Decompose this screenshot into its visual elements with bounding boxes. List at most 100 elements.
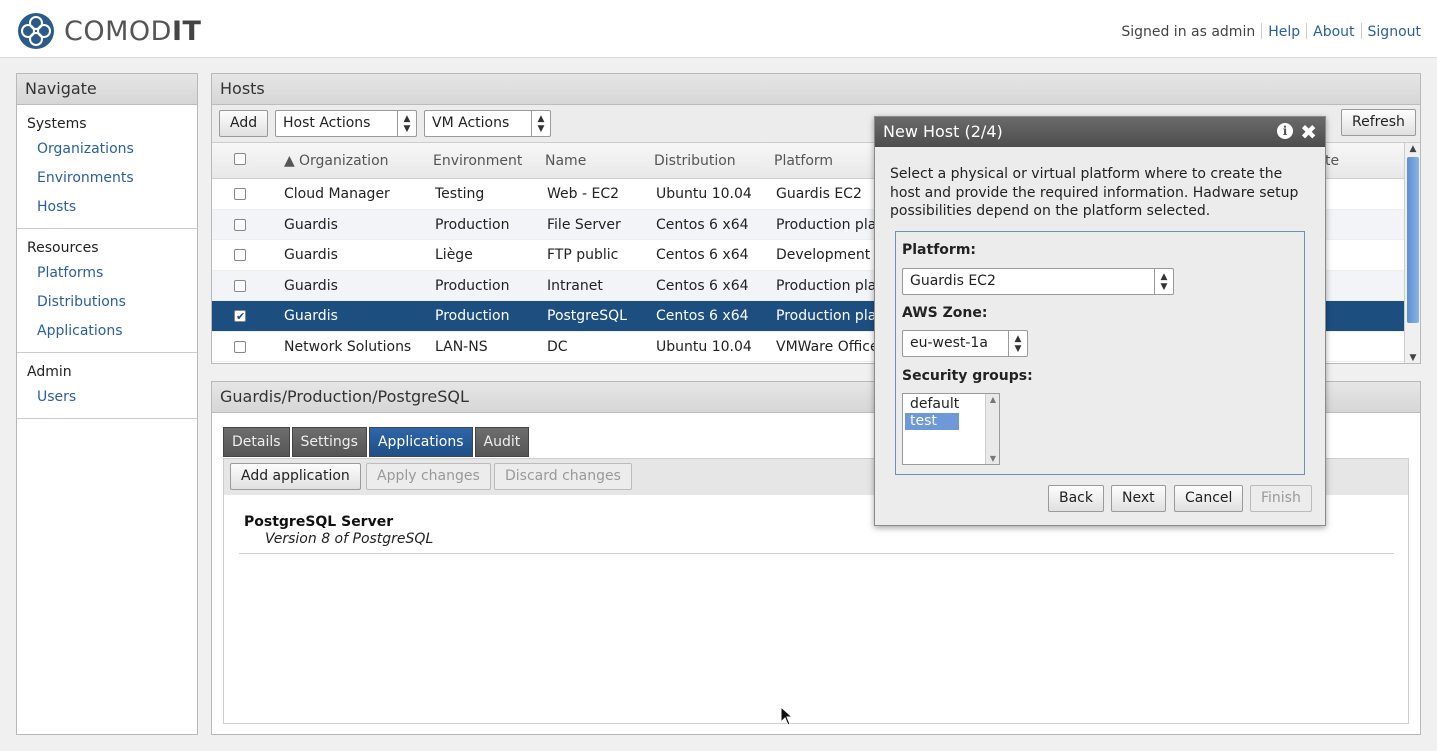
new-host-dialog: New Host (2/4) i ✖ Select a physical or … (874, 116, 1326, 526)
cell-environment: Production (435, 308, 510, 324)
scrollbar-thumb[interactable] (1407, 157, 1419, 323)
row-checkbox[interactable] (234, 218, 246, 231)
nav-section-title: Systems (27, 116, 87, 132)
select-arrows-icon: ▲ ▼ (531, 111, 550, 136)
dialog-description: Select a physical or virtual platform wh… (890, 166, 1299, 219)
discard-changes-button[interactable]: Discard changes (494, 463, 632, 490)
column-environment[interactable]: Environment (433, 153, 522, 169)
row-checkbox[interactable] (234, 340, 246, 353)
scroll-down-icon[interactable]: ▼ (986, 454, 1000, 463)
comodit-logo[interactable]: COMODIT (16, 12, 201, 50)
platform-value: Guardis EC2 (910, 273, 996, 289)
row-checkbox[interactable] (234, 279, 246, 292)
platform-label: Platform: (902, 242, 976, 258)
cell-platform: Production plat (776, 216, 882, 233)
scroll-up-icon[interactable]: ▲ (986, 395, 1000, 404)
listbox-scrollbar[interactable]: ▲ ▼ (985, 394, 999, 464)
list-item[interactable]: default (905, 396, 985, 413)
nav-section-admin: Admin Users (17, 353, 197, 419)
nav-item-applications[interactable]: Applications (17, 317, 197, 346)
nav-item-organizations[interactable]: Organizations (17, 135, 197, 164)
cell-organization: Guardis (284, 308, 338, 324)
nav-section-title: Resources (27, 240, 99, 256)
cell-organization: Guardis (284, 247, 338, 263)
aws-zone-label: AWS Zone: (902, 305, 988, 321)
sort-asc-icon: ▲ (284, 153, 295, 169)
cell-environment: Liège (435, 247, 473, 263)
close-icon[interactable]: ✖ (1300, 117, 1317, 147)
host-actions-value: Host Actions (283, 115, 371, 131)
finish-button[interactable]: Finish (1250, 485, 1312, 512)
select-arrows-icon: ▲ ▼ (1154, 269, 1173, 294)
column-state[interactable]: te (1325, 153, 1339, 169)
back-button[interactable]: Back (1048, 485, 1104, 512)
cell-name: DC (547, 338, 568, 355)
signout-link[interactable]: Signout (1368, 24, 1421, 40)
select-arrows-icon: ▲ ▼ (1008, 331, 1027, 356)
scroll-down-icon[interactable]: ▼ (1407, 352, 1419, 363)
vm-actions-select[interactable]: VM Actions ▲ ▼ (424, 110, 551, 137)
security-groups-label: Security groups: (902, 368, 1033, 384)
platform-fieldset: Platform: Guardis EC2 ▲ ▼ AWS Zone: eu-we… (895, 231, 1305, 475)
navigate-panel: Navigate Systems Organizations Environme… (16, 73, 198, 735)
host-actions-select[interactable]: Host Actions ▲ ▼ (275, 110, 417, 137)
row-checkbox[interactable] (234, 188, 246, 200)
tab-settings[interactable]: Settings (291, 427, 367, 457)
details-tabs: Details Settings Applications Audit (223, 427, 531, 457)
help-link[interactable]: Help (1268, 24, 1300, 40)
apply-changes-button[interactable]: Apply changes (366, 463, 491, 490)
tab-audit[interactable]: Audit (474, 427, 530, 457)
nav-item-platforms[interactable]: Platforms (17, 259, 197, 288)
select-arrows-icon: ▲ ▼ (397, 111, 416, 136)
column-distribution[interactable]: Distribution (654, 153, 736, 169)
cell-distribution: Centos 6 x64 (656, 277, 749, 294)
cell-name: Intranet (547, 277, 603, 294)
hosts-scrollbar[interactable]: ▲ ▼ (1404, 143, 1420, 363)
next-button[interactable]: Next (1111, 485, 1166, 512)
column-organization[interactable]: Organization (299, 153, 389, 169)
list-item-selected[interactable]: test (905, 413, 959, 430)
cell-distribution: Centos 6 x64 (656, 308, 749, 324)
cell-distribution: Ubuntu 10.04 (656, 186, 752, 202)
cancel-button[interactable]: Cancel (1174, 485, 1244, 512)
nav-item-hosts[interactable]: Hosts (17, 193, 197, 222)
nav-item-users[interactable]: Users (17, 383, 197, 412)
info-icon[interactable]: i (1277, 123, 1293, 139)
row-checkbox[interactable] (234, 249, 246, 261)
row-checkbox-checked[interactable] (234, 302, 246, 332)
aws-zone-select[interactable]: eu-west-1a ▲ ▼ (902, 330, 1028, 357)
vm-actions-value: VM Actions (432, 115, 510, 131)
scroll-up-icon[interactable]: ▲ (1407, 143, 1419, 155)
column-platform[interactable]: Platform (774, 153, 833, 169)
about-link[interactable]: About (1313, 24, 1354, 40)
account-links: Signed in as admin Help About Signout (1121, 23, 1421, 40)
cell-platform: VMWare Office (776, 338, 879, 355)
nav-section-systems: Systems Organizations Environments Hosts (17, 105, 197, 229)
select-all-checkbox[interactable] (234, 153, 246, 165)
tab-applications[interactable]: Applications (368, 427, 473, 457)
signed-in-text: Signed in as admin (1121, 24, 1256, 40)
add-host-button[interactable]: Add (219, 110, 269, 137)
cell-environment: Testing (435, 186, 485, 202)
cell-organization: Guardis (284, 277, 338, 294)
nav-item-distributions[interactable]: Distributions (17, 288, 197, 317)
column-name[interactable]: Name (545, 153, 586, 169)
application-description: Version 8 of PostgreSQL (265, 531, 434, 547)
cell-name: File Server (547, 216, 621, 233)
cell-name: FTP public (547, 247, 619, 263)
security-groups-listbox[interactable]: default test ▲ ▼ (902, 393, 1000, 465)
cell-platform: Production plat (776, 308, 882, 324)
cell-platform: Development h (776, 247, 884, 263)
divider (239, 553, 1394, 554)
platform-select[interactable]: Guardis EC2 ▲ ▼ (902, 268, 1174, 295)
tab-details[interactable]: Details (223, 427, 290, 457)
nav-section-title: Admin (27, 364, 72, 380)
nav-item-environments[interactable]: Environments (17, 164, 197, 193)
cell-organization: Network Solutions (284, 338, 412, 355)
navigate-title: Navigate (17, 74, 197, 105)
refresh-button[interactable]: Refresh (1341, 109, 1416, 136)
cell-platform: Guardis EC2 (776, 186, 862, 202)
cell-organization: Cloud Manager (284, 186, 390, 202)
mouse-cursor-icon (780, 706, 794, 726)
add-application-button[interactable]: Add application (230, 463, 361, 490)
